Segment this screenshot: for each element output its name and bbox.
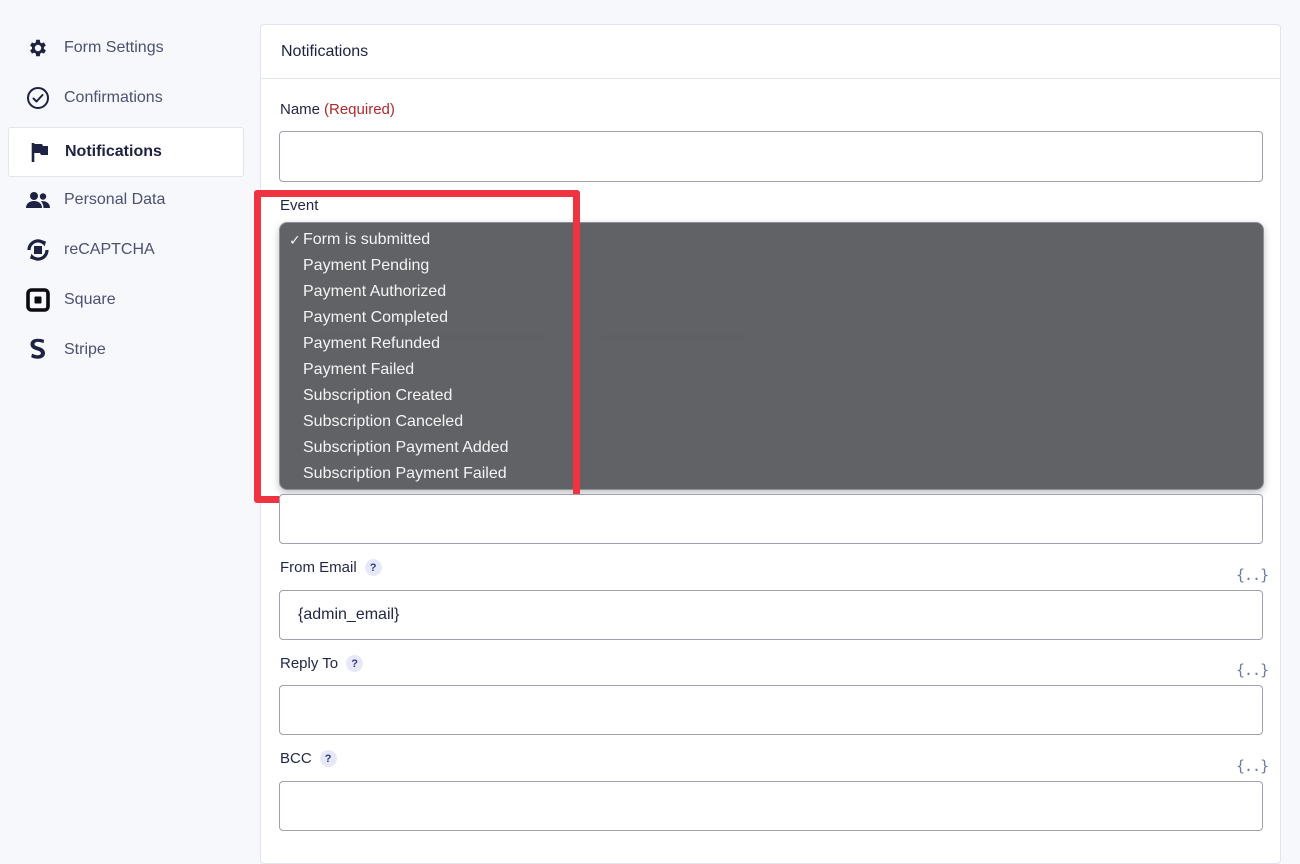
highlight-annotation-box (254, 190, 580, 503)
panel-title: Notifications (281, 43, 369, 60)
reply-to-input[interactable] (279, 685, 1263, 735)
stripe-icon (26, 338, 50, 362)
sidebar-item-notifications[interactable]: Notifications (8, 127, 244, 177)
name-label-text: Name (280, 101, 321, 118)
name-field-label: Name (Required) (280, 101, 395, 118)
help-icon[interactable]: ? (346, 655, 364, 672)
panel-header: Notifications (261, 25, 1280, 79)
reply-to-field-label: Reply To ? (280, 655, 364, 672)
sidebar-item-label: reCAPTCHA (64, 241, 155, 258)
sidebar-item-form-settings[interactable]: Form Settings (8, 23, 244, 73)
merge-tag-icon[interactable]: {..} (1236, 661, 1269, 679)
from-email-field-label: From Email ? (280, 559, 382, 576)
from-email-label-text: From Email (280, 559, 357, 576)
sidebar-item-label: Square (64, 291, 116, 308)
reply-to-label-text: Reply To (280, 655, 339, 672)
sidebar-item-square[interactable]: Square (8, 275, 244, 325)
check-circle-icon (26, 86, 50, 110)
sidebar-item-confirmations[interactable]: Confirmations (8, 73, 244, 123)
sidebar-item-label: Personal Data (64, 191, 166, 208)
sidebar-item-label: Form Settings (64, 39, 164, 56)
sidebar-item-stripe[interactable]: Stripe (8, 325, 244, 375)
bcc-field-label: BCC ? (280, 750, 337, 767)
sidebar-item-label: Stripe (64, 341, 106, 358)
sidebar-item-recaptcha[interactable]: reCAPTCHA (8, 225, 244, 275)
sidebar-item-label: Confirmations (64, 89, 163, 106)
from-email-input[interactable] (279, 590, 1263, 640)
merge-tag-icon[interactable]: {..} (1236, 566, 1269, 584)
sidebar-item-label: Notifications (65, 143, 162, 160)
required-indicator: (Required) (324, 101, 395, 118)
flag-icon (28, 140, 52, 164)
name-input[interactable] (279, 131, 1263, 182)
bcc-label-text: BCC (280, 750, 312, 767)
bcc-input[interactable] (279, 781, 1263, 831)
gear-icon (26, 36, 50, 60)
square-icon (26, 288, 50, 312)
recaptcha-icon (26, 238, 50, 262)
help-icon[interactable]: ? (319, 750, 337, 767)
users-icon (26, 188, 50, 212)
sidebar-item-personal-data[interactable]: Personal Data (8, 175, 244, 225)
help-icon[interactable]: ? (364, 559, 382, 576)
settings-sidebar: Form Settings Confirmations Notification… (0, 0, 250, 841)
hidden-field-input[interactable] (279, 494, 1263, 544)
merge-tag-icon[interactable]: {..} (1236, 757, 1269, 775)
